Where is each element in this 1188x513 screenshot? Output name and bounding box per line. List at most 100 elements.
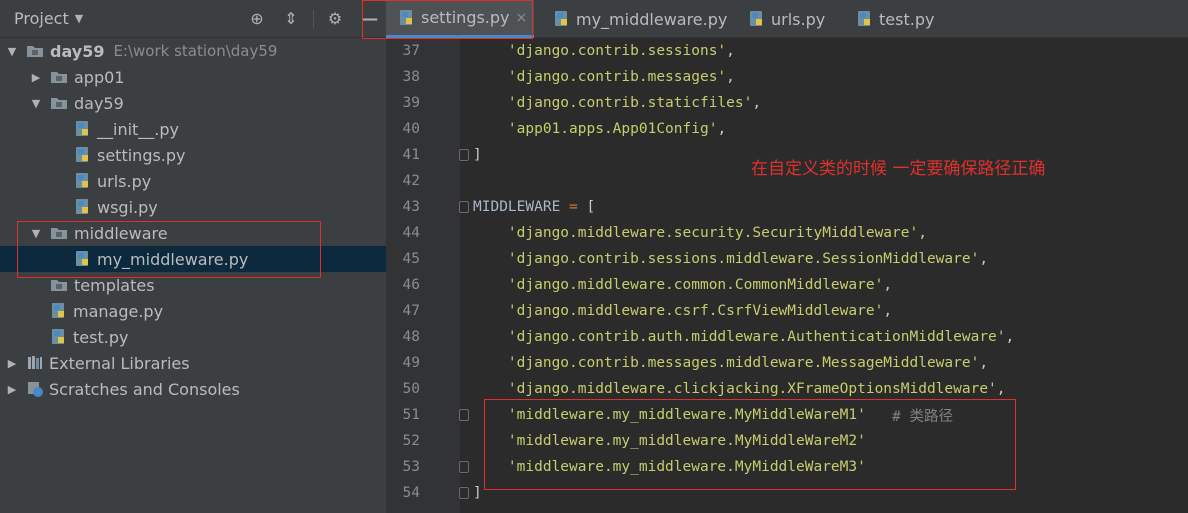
scratches-icon [26,380,44,398]
tree-item-label: test.py [73,327,129,347]
tree-item-label: Scratches and Consoles [49,379,240,399]
collapse-arrow-icon[interactable]: ▶ [30,71,42,84]
python-file-icon [748,10,766,28]
chevron-down-icon: ▼ [74,12,84,25]
project-panel-header: Project ▼ ⊕ ⇕ ⚙ — [0,0,386,38]
highlight-box-settings-tab [362,0,533,39]
python-file-icon [74,146,92,164]
code-line: 'app01.apps.App01Config', [507,121,727,137]
tree-item-label: wsgi.py [97,197,158,217]
fold-marker-icon[interactable] [459,487,469,499]
python-file-icon [74,172,92,190]
line-number: 52 [402,433,420,449]
toolbar-divider [313,10,314,28]
python-file-icon [74,120,92,138]
fold-marker-icon[interactable] [459,201,469,213]
fold-marker-icon[interactable] [459,149,469,161]
line-number: 39 [402,95,420,111]
code-line: 'django.middleware.csrf.CsrfViewMiddlewa… [507,303,893,319]
line-number: 54 [402,485,420,501]
code-line: 'django.contrib.staticfiles', [507,95,762,111]
folder-icon [50,70,68,84]
line-number: 45 [402,251,420,267]
code-line: ] [473,485,482,501]
annotation-text: 在自定义类的时候 一定要确保路径正确 [751,159,1046,179]
folder-icon [50,96,68,110]
highlight-box-middleware-folder [17,221,321,278]
ide-window: Project ▼ ⊕ ⇕ ⚙ — ▼ day59 E:\work station\… [0,0,1188,513]
tree-item[interactable]: ▶test.py [0,324,416,350]
python-file-icon [856,10,874,28]
fold-marker-icon[interactable] [459,409,469,421]
code-line: 'django.contrib.sessions.middleware.Sess… [507,251,989,267]
code-line: 'django.contrib.sessions', [507,43,735,59]
tree-item-label: settings.py [97,145,186,165]
collapse-arrow-icon[interactable]: ▶ [6,357,18,370]
line-number: 40 [402,121,420,137]
tree-item-label: day59 [50,41,105,61]
editor-tab[interactable]: my_middleware.py [541,0,731,38]
python-file-icon [50,302,68,320]
tree-item-label: __init__.py [97,119,180,139]
expand-arrow-icon[interactable]: ▼ [6,45,18,58]
code-line: 'django.middleware.common.CommonMiddlewa… [507,277,893,293]
code-line: ] [473,147,482,163]
tree-item[interactable]: ▼ day59 E:\work station\day59 [0,38,392,64]
tab-label: urls.py [771,9,826,29]
line-number: 49 [402,355,420,371]
tree-item[interactable]: ▶ External Libraries [0,350,392,376]
code-line: MIDDLEWARE = [ [473,199,596,215]
line-number-gutter: 37 38 39 40 41 42 43 44 45 46 47 48 49 50 51 52 53 54 [386,38,460,513]
line-number: 50 [402,381,420,397]
project-view-selector[interactable]: Project ▼ [14,9,83,28]
tree-item-label: day59 [74,93,124,113]
highlight-box-custom-middleware [484,399,1016,490]
folder-icon [26,44,44,58]
code-line: 'django.contrib.auth.middleware.Authenti… [507,329,1015,345]
tree-item-label: app01 [74,67,125,87]
project-path-hint: E:\work station\day59 [113,42,278,60]
tree-item[interactable]: ▶ app01 [0,64,416,90]
tree-item[interactable]: ▶wsgi.py [0,194,440,220]
tree-item[interactable]: ▼ day59 [0,90,416,116]
line-number: 37 [402,43,420,59]
line-number: 51 [402,407,420,423]
line-number: 41 [402,147,420,163]
code-line: 'django.contrib.messages.middleware.Mess… [507,355,989,371]
line-number: 44 [402,225,420,241]
panel-title: Project [14,9,69,28]
locate-icon[interactable]: ⊕ [247,9,267,29]
tree-item-label: templates [74,275,155,295]
tab-label: test.py [879,9,935,29]
collapse-arrow-icon[interactable]: ▶ [6,383,18,396]
editor-tab[interactable]: urls.py [736,0,836,38]
line-number: 47 [402,303,420,319]
library-icon [26,354,44,372]
line-number: 53 [402,459,420,475]
tree-item[interactable]: ▶settings.py [0,142,440,168]
collapse-all-icon[interactable]: ⇕ [281,9,301,29]
expand-arrow-icon[interactable]: ▼ [30,97,42,110]
line-number: 48 [402,329,420,345]
tree-item[interactable]: ▶ Scratches and Consoles [0,376,392,402]
fold-marker-icon[interactable] [459,461,469,473]
python-file-icon [74,198,92,216]
line-number: 38 [402,69,420,85]
tree-item-label: External Libraries [49,353,190,373]
tree-item-label: manage.py [73,301,164,321]
code-line: 'django.middleware.security.SecurityMidd… [507,225,927,241]
python-file-icon [50,328,68,346]
tree-item[interactable]: ▶__init__.py [0,116,440,142]
tab-label: my_middleware.py [576,9,728,29]
tree-item[interactable]: ▶urls.py [0,168,440,194]
folder-icon [50,278,68,292]
tree-item-label: urls.py [97,171,152,191]
line-number: 42 [402,173,420,189]
python-file-icon [553,10,571,28]
editor-tab[interactable]: test.py [844,0,944,38]
code-line: 'django.contrib.messages', [507,69,735,85]
gear-icon[interactable]: ⚙ [325,9,345,29]
line-number: 46 [402,277,420,293]
line-number: 43 [402,199,420,215]
tree-item[interactable]: ▶manage.py [0,298,416,324]
